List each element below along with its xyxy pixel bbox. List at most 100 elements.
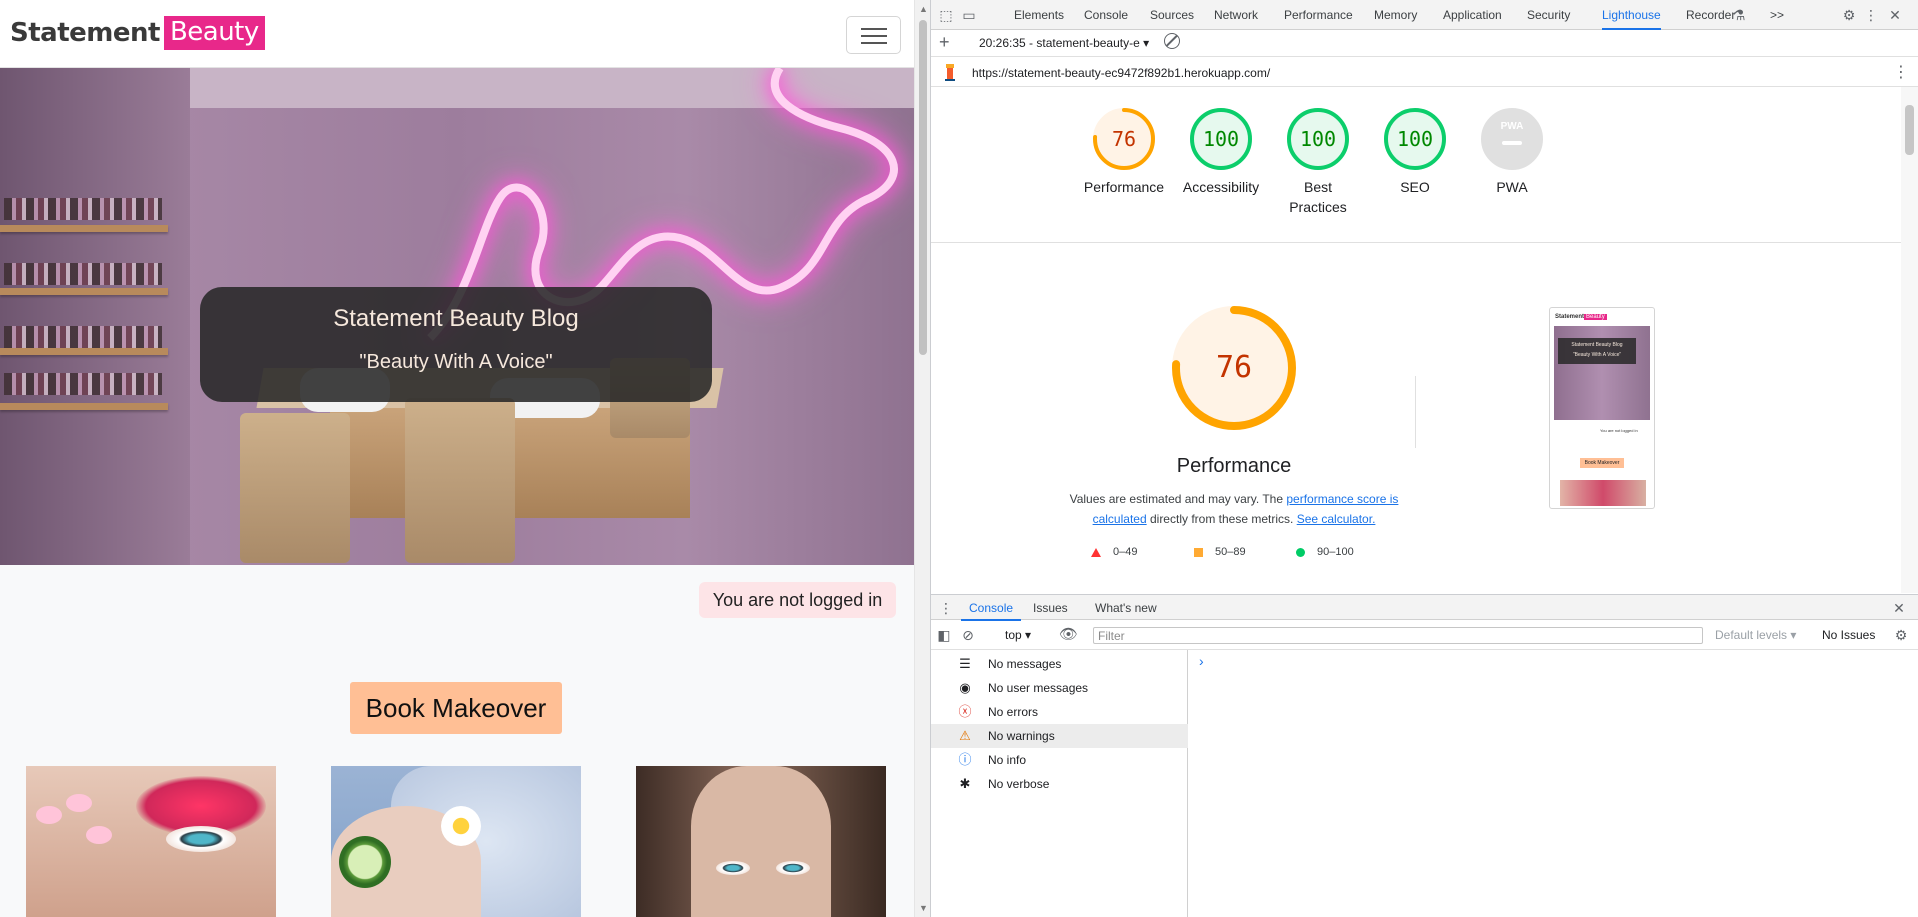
settings-icon[interactable]: ⚙ (1841, 7, 1857, 23)
book-makeover-button[interactable]: Book Makeover (350, 682, 562, 734)
tab-application[interactable]: Application (1443, 0, 1502, 30)
console-sidebar: ☰ No messages ◉ No user messages ⓧ No er… (931, 650, 1188, 917)
hamburger-icon (861, 28, 887, 30)
report-url[interactable]: https://statement-beauty-ec9472f892b1.he… (972, 66, 1270, 80)
triangle-icon (1091, 547, 1101, 557)
console-settings-icon[interactable]: ⚙ (1893, 627, 1909, 643)
drawer-tab-whats-new[interactable]: What's new (1095, 595, 1157, 621)
hero-tagline: "Beauty With A Voice" (359, 351, 553, 373)
hero-image: Statement Beauty Blog "Beauty With A Voi… (0, 68, 914, 565)
gauge-score-performance: 76 (1111, 127, 1137, 151)
brand-accent: Beauty (163, 16, 265, 50)
device-toolbar-icon[interactable]: ▭ (961, 7, 977, 23)
user-icon: ◉ (959, 680, 971, 695)
sidebar-item-warnings[interactable]: ⚠ No warnings (931, 724, 1188, 748)
sidebar-item-info[interactable]: ⓘ No info (931, 748, 1188, 772)
performance-title: Performance (1176, 455, 1292, 477)
pwa-badge-icon: PWA (1500, 121, 1524, 132)
circle-icon (1296, 547, 1305, 557)
drawer-tab-issues[interactable]: Issues (1033, 595, 1068, 621)
tab-sources[interactable]: Sources (1150, 0, 1194, 30)
sidebar-item-verbose[interactable]: ✱ No verbose (931, 772, 1188, 796)
lighthouse-report: 76 Performance 100 Accessibility 100 Best Pra… (931, 87, 1901, 593)
clear-reports-icon[interactable] (1164, 33, 1180, 49)
sidebar-toggle-icon[interactable]: ◧ (936, 627, 952, 643)
score-legend: 0–49 50–89 90–100 (1091, 546, 1391, 564)
list-icon: ☰ (959, 656, 971, 671)
website-viewport: Statement Beauty Statement Beauty Blog "… (0, 0, 914, 917)
gauge-pwa[interactable]: PWA PWA (1462, 107, 1562, 197)
new-report-icon[interactable]: + (939, 32, 950, 53)
log-levels-dropdown[interactable]: Default levels ▾ (1715, 628, 1796, 642)
more-tabs-button[interactable]: >> (1770, 0, 1784, 30)
performance-big-gauge: 76 (1171, 305, 1297, 431)
gauge-score-seo: 100 (1396, 127, 1434, 151)
report-menu-icon[interactable]: ⋮ (1893, 62, 1909, 82)
clear-console-icon[interactable]: ⊘ (960, 627, 976, 643)
site-scrollbar[interactable]: ▲ ▼ (914, 0, 930, 917)
report-scrollbar-thumb[interactable] (1905, 105, 1914, 155)
console-filter-input[interactable] (1093, 627, 1703, 644)
sidebar-item-user-messages[interactable]: ◉ No user messages (931, 676, 1188, 700)
hero-title: Statement Beauty Blog (333, 305, 579, 332)
close-drawer-icon[interactable]: ✕ (1891, 600, 1907, 616)
hero-overlay: Statement Beauty Blog "Beauty With A Voi… (200, 287, 712, 402)
console-prompt[interactable]: › (1199, 653, 1204, 669)
tab-recorder[interactable]: Recorder (1686, 0, 1735, 30)
report-selector[interactable]: 20:26:35 - statement-beauty-e ▾ (979, 36, 1149, 50)
tab-memory[interactable]: Memory (1374, 0, 1417, 30)
gauge-label-performance: Performance (1083, 179, 1165, 195)
scroll-down-icon[interactable]: ▼ (919, 903, 928, 913)
gauge-label-best-practices: Best Practices (1289, 179, 1347, 215)
performance-score: 76 (1215, 350, 1253, 385)
eye-icon[interactable]: 👁 (1059, 627, 1078, 643)
makeup-eye-card-image[interactable] (26, 766, 276, 917)
drawer-tab-bar: ⋮ Console Issues What's new ✕ (931, 594, 1918, 621)
portrait-card-image[interactable] (636, 766, 886, 917)
gauge-score-pwa (1480, 107, 1544, 171)
warning-icon: ⚠ (959, 728, 971, 743)
tab-network[interactable]: Network (1214, 0, 1258, 30)
report-scrollbar[interactable] (1901, 87, 1918, 593)
kebab-menu-icon[interactable]: ⋮ (1863, 7, 1879, 23)
tab-lighthouse[interactable]: Lighthouse (1602, 0, 1661, 30)
sidebar-item-errors[interactable]: ⓧ No errors (931, 700, 1188, 724)
tab-console[interactable]: Console (1084, 0, 1128, 30)
info-icon: ⓘ (958, 752, 972, 767)
navbar: Statement Beauty (0, 0, 914, 68)
scroll-up-icon[interactable]: ▲ (919, 4, 928, 14)
square-icon (1194, 547, 1203, 557)
login-status-badge: You are not logged in (699, 582, 896, 618)
navbar-toggle-button[interactable] (846, 16, 901, 54)
issues-counter[interactable]: No Issues (1822, 628, 1875, 642)
console-toolbar: ◧ ⊘ top ▾ 👁 Default levels ▾ No Issues ⚙ (931, 620, 1918, 650)
see-calculator-link[interactable]: See calculator. (1297, 512, 1376, 526)
error-icon: ⓧ (958, 704, 972, 719)
gauge-best-practices[interactable]: 100 Best Practices (1268, 107, 1368, 217)
gauge-seo[interactable]: 100 SEO (1365, 107, 1465, 197)
tab-performance[interactable]: Performance (1284, 0, 1353, 30)
legend-average: 50–89 (1194, 546, 1246, 558)
brand-logo[interactable]: Statement Beauty (10, 16, 265, 50)
inspect-element-icon[interactable]: ⬚ (938, 7, 954, 23)
gauge-score-best-practices: 100 (1299, 127, 1337, 151)
close-devtools-icon[interactable]: ✕ (1887, 7, 1903, 23)
gauge-performance[interactable]: 76 Performance (1074, 107, 1174, 197)
facial-spa-card-image[interactable] (331, 766, 581, 917)
devtools-tab-bar: ⬚ ▭ Elements Console Sources Network Per… (931, 0, 1918, 30)
tab-security[interactable]: Security (1527, 0, 1570, 30)
legend-fail: 0–49 (1091, 546, 1137, 558)
sidebar-item-messages[interactable]: ☰ No messages (931, 652, 1188, 676)
drawer-tab-console[interactable]: Console (961, 595, 1022, 621)
gauge-label-seo: SEO (1400, 179, 1430, 195)
page-screenshot-thumbnail[interactable]: Statement Beauty Statement Beauty Blog "B… (1549, 307, 1655, 509)
tab-elements[interactable]: Elements (1014, 0, 1064, 30)
gauge-accessibility[interactable]: 100 Accessibility (1171, 107, 1271, 197)
report-url-bar: https://statement-beauty-ec9472f892b1.he… (931, 57, 1918, 87)
gauge-label-pwa: PWA (1496, 179, 1528, 195)
gauge-score-accessibility: 100 (1202, 127, 1240, 151)
performance-note: Values are estimated and may vary. The p… (1069, 492, 1399, 526)
scrollbar-thumb[interactable] (919, 20, 927, 355)
drawer-menu-icon[interactable]: ⋮ (938, 600, 954, 616)
context-selector[interactable]: top ▾ (1005, 628, 1031, 642)
